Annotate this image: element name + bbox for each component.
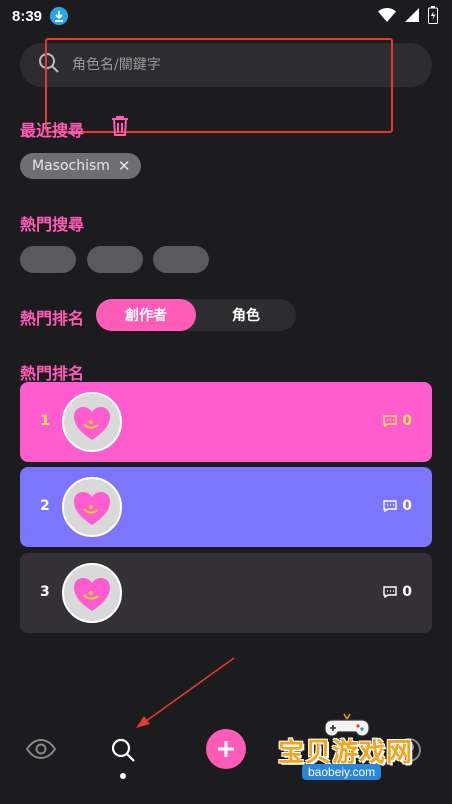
rank-number: 2 — [40, 498, 50, 514]
search-icon — [38, 52, 60, 78]
watermark: 宝贝游戏网 baobeiy.com — [272, 712, 432, 798]
search-bar[interactable] — [20, 43, 432, 87]
comment-count: 0 — [383, 413, 412, 429]
close-icon[interactable]: ✕ — [118, 158, 131, 174]
active-indicator — [120, 773, 126, 779]
comment-icon — [383, 586, 397, 598]
status-time: 8:39 — [12, 7, 43, 25]
recent-search-chip[interactable]: Masochism ✕ — [20, 153, 141, 179]
hot-search-chip[interactable] — [20, 246, 76, 273]
wifi-icon — [378, 7, 396, 27]
search-icon[interactable] — [108, 735, 138, 765]
rank-number: 1 — [40, 413, 50, 429]
tab-characters[interactable]: 角色 — [196, 299, 296, 331]
eye-icon[interactable] — [24, 734, 58, 764]
hot-search-title: 熱門搜尋 — [20, 215, 85, 234]
status-bar: 8:39 — [0, 0, 452, 32]
battery-icon — [428, 6, 438, 28]
ranking-card-1[interactable]: 1 0 — [20, 382, 432, 462]
chip-label: Masochism — [32, 158, 110, 174]
trash-icon[interactable] — [110, 115, 130, 141]
comment-count: 0 — [383, 498, 412, 514]
hot-search-chip[interactable] — [87, 246, 143, 273]
hot-search-chip[interactable] — [153, 246, 209, 273]
avatar — [62, 392, 122, 452]
comment-count: 0 — [383, 584, 412, 600]
add-icon[interactable] — [206, 729, 246, 769]
rank-number: 3 — [40, 584, 50, 600]
tab-creators[interactable]: 創作者 — [96, 299, 196, 331]
comment-icon — [383, 500, 397, 512]
avatar — [62, 477, 122, 537]
status-icons — [378, 6, 438, 28]
ranking-toggle: 創作者 角色 — [96, 299, 296, 331]
ranking-card-3[interactable]: 3 0 — [20, 553, 432, 633]
signal-icon — [404, 7, 420, 27]
comment-count-value: 0 — [402, 584, 412, 600]
comment-icon — [383, 415, 397, 427]
ranking-list-title: 熱門排名 — [20, 364, 85, 383]
comment-count-value: 0 — [402, 413, 412, 429]
comment-count-value: 0 — [402, 498, 412, 514]
download-icon — [50, 7, 69, 25]
search-input[interactable] — [72, 57, 392, 73]
avatar — [62, 563, 122, 623]
watermark-url: baobeiy.com — [302, 764, 382, 780]
ranking-toggle-title: 熱門排名 — [20, 309, 85, 328]
recent-search-title: 最近搜尋 — [20, 121, 85, 140]
ranking-card-2[interactable]: 2 0 — [20, 467, 432, 547]
